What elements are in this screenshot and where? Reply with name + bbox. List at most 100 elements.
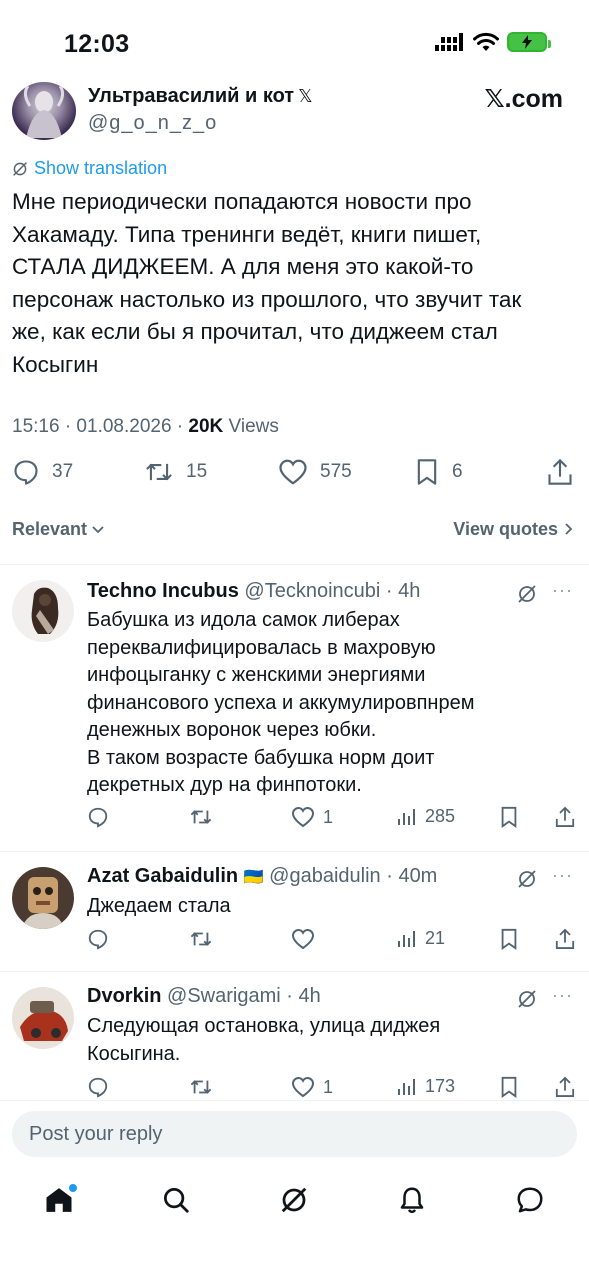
replies-filter-row: Relevant View quotes <box>12 519 573 545</box>
bottom-tab-bar <box>0 1170 589 1230</box>
reply-item[interactable]: Azat Gabaidulin 🇺🇦 @gabaidulin · 40m ···… <box>0 851 589 971</box>
repost-button[interactable] <box>189 928 213 950</box>
reply-avatar[interactable] <box>12 987 74 1049</box>
show-translation-link[interactable]: Show translation <box>12 158 167 179</box>
views-count: 285 <box>425 806 456 826</box>
reply-author-handle[interactable]: @Tecknoincubi · 4h <box>244 580 420 602</box>
tweet-text: Мне периодически попадаются новости про … <box>12 189 522 377</box>
reply-input[interactable]: Post your reply <box>12 1111 577 1157</box>
views-count: 20K <box>188 416 224 437</box>
heart-icon <box>291 1076 315 1098</box>
tab-home[interactable] <box>41 1182 77 1218</box>
share-button[interactable] <box>555 806 575 828</box>
like-button[interactable] <box>291 928 323 950</box>
grok-icon[interactable] <box>517 584 537 604</box>
share-button[interactable] <box>555 1076 575 1098</box>
like-button[interactable]: 575 <box>278 458 352 486</box>
grok-icon <box>281 1187 307 1213</box>
sort-dropdown[interactable]: Relevant <box>12 519 104 540</box>
like-count: 1 <box>323 806 334 827</box>
author-handle[interactable]: @g_o_n_z_o <box>88 112 217 135</box>
share-icon <box>555 806 575 827</box>
reply-item[interactable]: Techno Incubus @Tecknoincubi · 4h ··· Ба… <box>0 564 589 851</box>
x-premium-badge-icon: 𝕏 <box>298 86 313 106</box>
reply-author-name[interactable]: Azat Gabaidulin <box>87 865 238 887</box>
reply-author-handle[interactable]: @gabaidulin · 40m <box>269 865 437 887</box>
chevron-down-icon <box>92 526 104 534</box>
bookmark-button[interactable] <box>499 1076 519 1098</box>
bookmark-button[interactable] <box>499 806 519 828</box>
reply-button[interactable] <box>87 1076 109 1098</box>
share-icon <box>555 1076 575 1097</box>
search-icon <box>164 1188 189 1213</box>
like-button[interactable]: 1 <box>291 806 333 828</box>
tab-search[interactable] <box>158 1182 194 1218</box>
reply-text: Следующая остановка, улица диджея Косыги… <box>87 1015 441 1065</box>
repost-button[interactable]: 15 <box>144 458 207 486</box>
more-options-icon[interactable]: ··· <box>552 985 573 1006</box>
reply-button[interactable] <box>87 928 109 950</box>
bookmark-button[interactable]: 6 <box>414 458 463 486</box>
reply-text: Бабушка из идола самок либерах переквали… <box>87 609 475 796</box>
author-name[interactable]: Ультравасилий и кот <box>88 85 294 107</box>
analytics-icon <box>398 930 415 947</box>
tweet-actions: 37 15 575 6 <box>12 458 573 494</box>
share-icon <box>548 458 572 485</box>
heart-icon <box>291 928 315 950</box>
bookmark-icon <box>417 459 437 485</box>
reply-icon <box>14 460 38 485</box>
reply-text: Джедаем стала <box>87 895 231 917</box>
like-count: 575 <box>320 461 352 482</box>
reply-avatar[interactable] <box>12 867 74 929</box>
bookmark-icon <box>501 806 517 828</box>
views-count: 21 <box>425 928 446 948</box>
flag-icon: 🇺🇦 <box>243 869 264 886</box>
repost-count: 15 <box>186 461 208 482</box>
bookmark-icon <box>501 1076 517 1098</box>
tweet-timestamp: 15:16 · 01.08.2026 · <box>12 416 189 437</box>
sort-label[interactable]: Relevant <box>12 519 87 539</box>
reply-button[interactable] <box>87 806 109 828</box>
bell-icon <box>400 1187 424 1214</box>
more-options-icon[interactable]: ··· <box>552 865 573 886</box>
repost-button[interactable] <box>189 806 213 828</box>
reply-header: Azat Gabaidulin 🇺🇦 @gabaidulin · 40m <box>87 865 437 888</box>
reply-item[interactable]: Dvorkin @Swarigami · 4h ··· Следующая ос… <box>0 971 589 1099</box>
bookmark-count: 6 <box>452 461 463 482</box>
grok-icon[interactable] <box>517 989 537 1009</box>
reply-composer-bar: Post your reply <box>0 1100 589 1160</box>
tab-notifications[interactable] <box>394 1182 430 1218</box>
author-avatar[interactable] <box>12 82 76 140</box>
status-icons <box>435 32 551 52</box>
reply-button[interactable]: 37 <box>12 458 73 486</box>
show-translation-label[interactable]: Show translation <box>34 158 167 179</box>
share-button[interactable] <box>547 458 573 486</box>
heart-icon <box>291 806 315 828</box>
views-button[interactable]: 285 <box>397 806 455 827</box>
reply-author-name[interactable]: Dvorkin <box>87 985 161 1007</box>
reply-author-name[interactable]: Techno Incubus <box>87 580 239 602</box>
reply-avatar[interactable] <box>12 580 74 642</box>
reply-author-handle[interactable]: @Swarigami · 4h <box>167 985 321 1007</box>
like-button[interactable]: 1 <box>291 1076 333 1098</box>
share-button[interactable] <box>555 928 575 950</box>
reply-count: 37 <box>52 461 74 482</box>
view-quotes-label[interactable]: View quotes <box>453 519 558 539</box>
chevron-right-icon <box>565 523 573 535</box>
status-bar: 12:03 <box>0 0 589 80</box>
brand-logo: 𝕏.com <box>484 85 564 113</box>
view-quotes-link[interactable]: View quotes <box>453 519 573 540</box>
repost-button[interactable] <box>189 1076 213 1098</box>
more-options-icon[interactable]: ··· <box>552 580 573 601</box>
views-button[interactable]: 173 <box>397 1076 455 1097</box>
views-button[interactable]: 21 <box>397 928 445 949</box>
grok-icon <box>13 161 27 176</box>
tab-messages[interactable] <box>512 1182 548 1218</box>
grok-icon[interactable] <box>517 869 537 889</box>
repost-icon <box>190 1080 212 1094</box>
author-name-row[interactable]: Ультравасилий и кот 𝕏 <box>88 85 313 108</box>
tab-grok[interactable] <box>276 1182 312 1218</box>
bookmark-button[interactable] <box>499 928 519 950</box>
reply-actions: 1 285 <box>87 806 575 834</box>
analytics-icon <box>398 1078 415 1095</box>
